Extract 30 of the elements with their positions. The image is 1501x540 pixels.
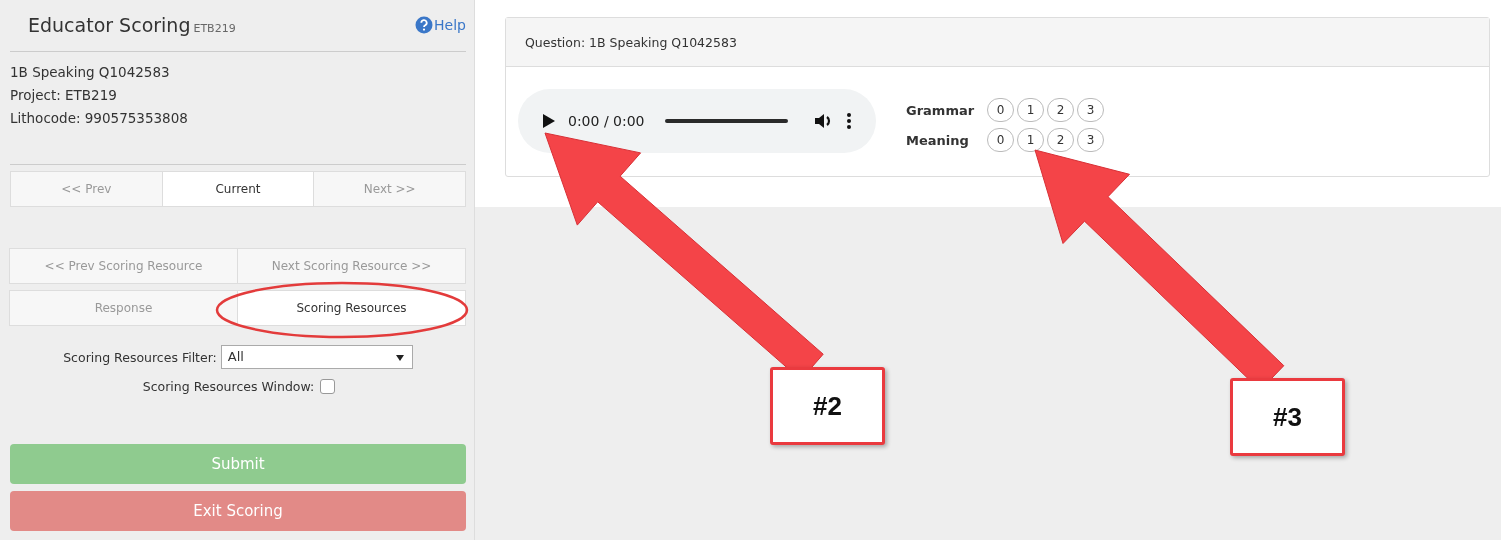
filter-label: Scoring Resources Filter: xyxy=(63,349,217,365)
view-tab[interactable]: Scoring Resources xyxy=(237,290,466,326)
question-title: Question: 1B Speaking Q1042583 xyxy=(525,34,737,50)
filter-dropdown[interactable]: All xyxy=(220,345,413,369)
info-text: 1B Speaking Q1042583 xyxy=(10,63,171,82)
nav-button[interactable]: Current xyxy=(161,171,315,207)
window-option-label: Scoring Resources Window: xyxy=(142,379,315,394)
score-option[interactable]: 0 xyxy=(987,128,1014,152)
score-option[interactable]: 1 xyxy=(1017,98,1044,122)
score-option[interactable]: 2 xyxy=(1047,98,1074,122)
score-label: Meaning xyxy=(906,132,970,148)
score-option[interactable]: 0 xyxy=(987,98,1014,122)
help-link[interactable]: Help xyxy=(415,16,466,34)
caret-icon xyxy=(395,355,404,361)
score-option[interactable]: 3 xyxy=(1077,128,1104,152)
help-icon xyxy=(415,16,434,34)
score-option[interactable]: 2 xyxy=(1047,128,1074,152)
callout-label: #2 xyxy=(770,367,885,445)
app-title: Educator Scoring xyxy=(28,14,191,36)
more-icon[interactable] xyxy=(846,112,852,130)
play-icon[interactable] xyxy=(542,113,556,129)
info-text: Lithocode: 990575353808 xyxy=(10,109,189,128)
time-display: 0:00 / 0:00 xyxy=(568,113,645,129)
info-text: Project: ETB219 xyxy=(10,86,118,105)
score-option[interactable]: 1 xyxy=(1017,128,1044,152)
project-code: ETB219 xyxy=(193,22,236,35)
checkbox[interactable] xyxy=(320,379,336,394)
callout-label: #3 xyxy=(1230,378,1345,456)
score-option[interactable]: 3 xyxy=(1077,98,1104,122)
score-label: Grammar xyxy=(906,102,976,118)
